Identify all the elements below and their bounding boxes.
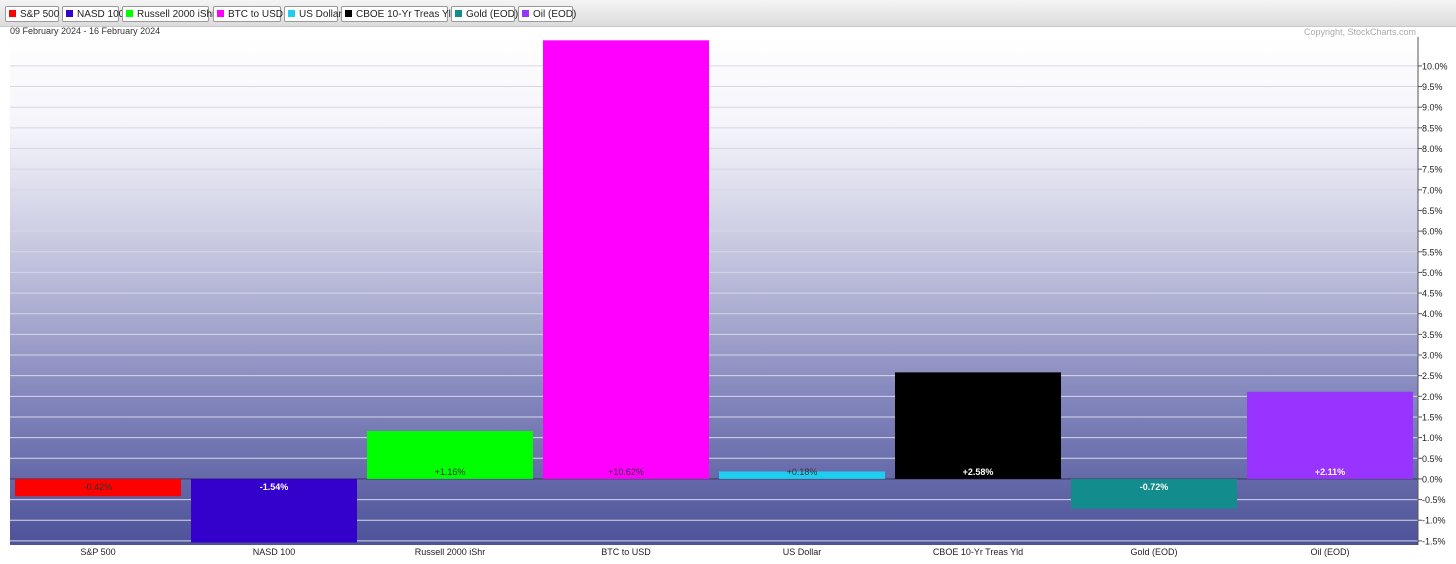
data-label: +10.62% <box>608 467 644 477</box>
y-tick-label: 1.0% <box>1422 433 1443 443</box>
y-tick-label: 4.5% <box>1422 289 1443 299</box>
x-tick-label: US Dollar <box>783 547 822 557</box>
y-tick-label: 0.5% <box>1422 454 1443 464</box>
data-label: +2.58% <box>963 467 994 477</box>
y-tick-label: 1.5% <box>1422 412 1443 422</box>
data-label: +2.11% <box>1315 467 1345 477</box>
x-tick-label: CBOE 10-Yr Treas Yld <box>933 547 1023 557</box>
y-tick-label: -0.5% <box>1422 495 1446 505</box>
plot-background <box>10 37 1418 545</box>
y-tick-label: -1.0% <box>1422 516 1446 526</box>
y-tick-label: 8.5% <box>1422 123 1443 133</box>
x-tick-label: Oil (EOD) <box>1311 547 1350 557</box>
bar <box>895 372 1061 479</box>
data-label: +0.18% <box>787 467 818 477</box>
y-tick-label: 2.5% <box>1422 371 1443 381</box>
bar <box>543 40 709 479</box>
y-tick-label: 7.0% <box>1422 185 1443 195</box>
y-tick-label: 4.0% <box>1422 309 1443 319</box>
data-label: -0.42% <box>84 482 113 492</box>
y-tick-label: 2.0% <box>1422 392 1443 402</box>
y-tick-label: 5.0% <box>1422 268 1443 278</box>
bar <box>1247 391 1413 479</box>
y-tick-label: 10.0% <box>1422 61 1448 71</box>
y-tick-label: 3.5% <box>1422 330 1443 340</box>
y-tick-label: 9.0% <box>1422 103 1443 113</box>
y-tick-label: 6.5% <box>1422 206 1443 216</box>
x-tick-label: BTC to USD <box>601 547 651 557</box>
performance-bar-chart: -1.5% -1.0% -0.5% 0.0% 0.5% 1.0% 1.5% 2.0% 2.5% 3… <box>10 37 1448 557</box>
x-tick-label: Gold (EOD) <box>1130 547 1177 557</box>
y-tick-label: 6.0% <box>1422 227 1443 237</box>
x-tick-label: S&P 500 <box>80 547 115 557</box>
y-tick-label: 9.5% <box>1422 82 1443 92</box>
data-label: -0.72% <box>1140 482 1169 492</box>
y-tick-label: 8.0% <box>1422 144 1443 154</box>
x-tick-label: NASD 100 <box>253 547 296 557</box>
data-label: +1.16% <box>435 467 466 477</box>
y-tick-label: 3.0% <box>1422 351 1443 361</box>
y-tick-label: 0.0% <box>1422 474 1443 484</box>
y-tick-label: 5.5% <box>1422 247 1443 257</box>
x-tick-label: Russell 2000 iShr <box>415 547 486 557</box>
y-tick-label: -1.5% <box>1422 536 1446 546</box>
y-tick-label: 7.5% <box>1422 165 1443 175</box>
chart-root: S&P 500 NASD 100 Russell 2000 iShr BTC to U… <box>0 0 1456 564</box>
data-label: -1.54% <box>260 482 289 492</box>
